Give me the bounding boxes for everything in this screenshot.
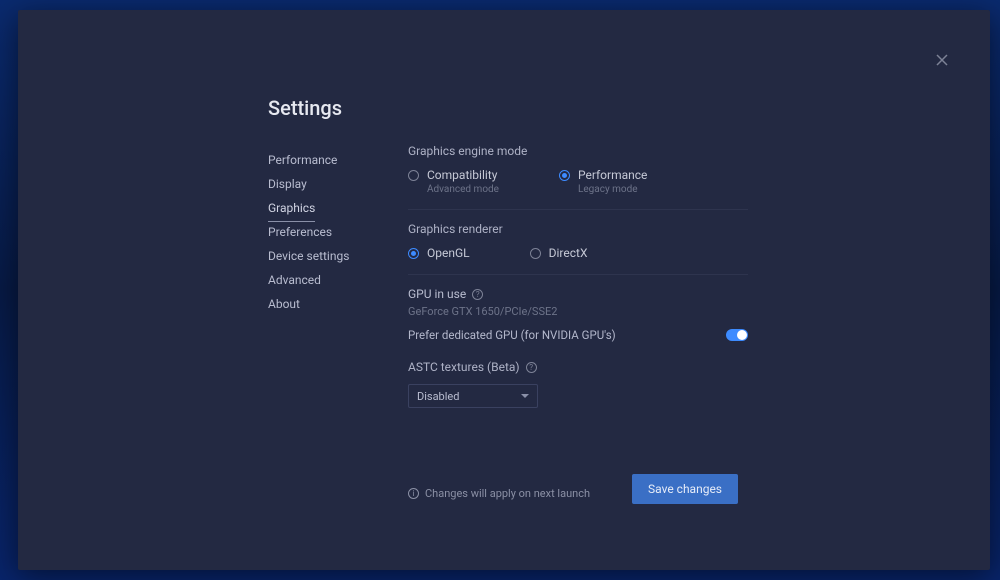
sidebar-item-graphics[interactable]: Graphics	[268, 195, 315, 222]
app-logo-fragment	[4, 0, 44, 8]
gpu-name-value: GeForce GTX 1650/PCIe/SSE2	[408, 305, 748, 318]
chevron-down-icon	[521, 392, 529, 400]
radio-sublabel: Advanced mode	[427, 184, 499, 195]
radio-label: OpenGL	[427, 246, 470, 260]
close-icon	[936, 54, 948, 66]
renderer-option-directx[interactable]: DirectX	[530, 246, 588, 260]
settings-modal: Settings Performance Display Graphics Pr…	[18, 10, 990, 570]
prefer-dedicated-gpu-label: Prefer dedicated GPU (for NVIDIA GPU's)	[408, 328, 616, 342]
prefer-dedicated-gpu-toggle[interactable]	[726, 329, 748, 341]
graphics-renderer-label: Graphics renderer	[408, 222, 748, 236]
save-changes-button[interactable]: Save changes	[632, 474, 738, 504]
settings-sidebar: Performance Display Graphics Preferences…	[268, 144, 408, 408]
engine-option-performance[interactable]: Performance Legacy mode	[559, 168, 647, 195]
sidebar-item-device-settings[interactable]: Device settings	[268, 243, 349, 269]
settings-main-panel: Graphics engine mode Compatibility Advan…	[408, 144, 748, 408]
select-value: Disabled	[417, 390, 459, 403]
radio-sublabel: Legacy mode	[578, 184, 647, 195]
radio-icon	[559, 170, 570, 181]
sidebar-item-advanced[interactable]: Advanced	[268, 267, 321, 293]
info-icon: i	[408, 488, 419, 499]
page-title: Settings	[268, 96, 930, 120]
sidebar-item-performance[interactable]: Performance	[268, 147, 337, 173]
section-divider	[408, 274, 748, 275]
sidebar-item-preferences[interactable]: Preferences	[268, 219, 332, 245]
astc-textures-label: ASTC textures (Beta)	[408, 360, 520, 374]
radio-label: DirectX	[549, 246, 588, 260]
radio-label: Compatibility	[427, 168, 497, 182]
sidebar-item-display[interactable]: Display	[268, 171, 307, 197]
info-icon[interactable]: ?	[526, 362, 537, 373]
desktop-background-edge	[2, 0, 14, 580]
gpu-in-use-label: GPU in use	[408, 287, 466, 301]
section-divider	[408, 209, 748, 210]
astc-textures-select[interactable]: Disabled	[408, 384, 538, 408]
info-icon[interactable]: ?	[472, 289, 483, 300]
radio-icon	[530, 248, 541, 259]
footer-note: i Changes will apply on next launch	[408, 487, 590, 500]
close-button[interactable]	[932, 50, 952, 70]
radio-icon	[408, 248, 419, 259]
radio-icon	[408, 170, 419, 181]
renderer-option-opengl[interactable]: OpenGL	[408, 246, 470, 260]
graphics-engine-label: Graphics engine mode	[408, 144, 748, 158]
engine-option-compatibility[interactable]: Compatibility Advanced mode	[408, 168, 499, 195]
radio-label: Performance	[578, 168, 647, 182]
sidebar-item-about[interactable]: About	[268, 291, 300, 317]
